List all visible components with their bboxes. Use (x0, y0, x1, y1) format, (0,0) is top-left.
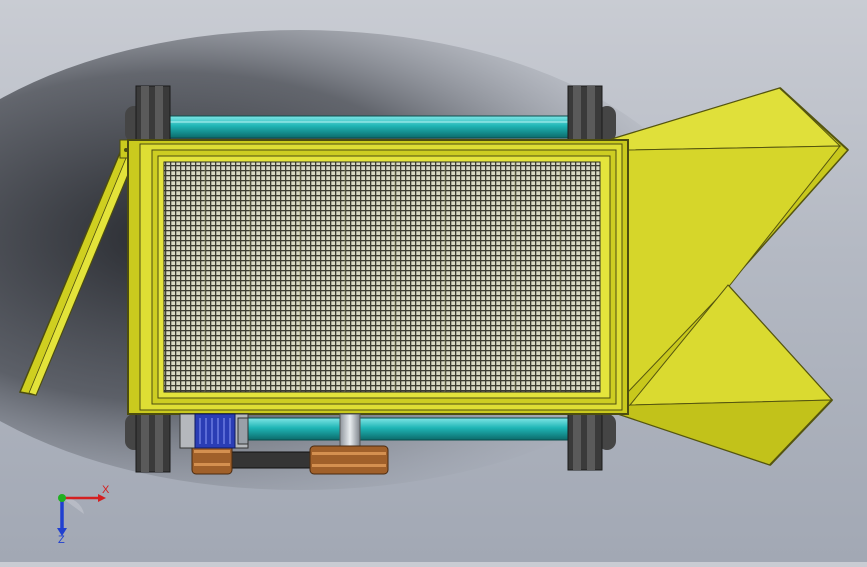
top-roller[interactable] (169, 115, 571, 139)
wheel-bottom-right[interactable] (567, 407, 616, 471)
y-axis-dot (58, 494, 66, 502)
sieve-screen-mesh[interactable] (163, 161, 601, 393)
z-axis-label: Z (58, 534, 65, 546)
shaft-pulley[interactable] (309, 445, 389, 475)
axis-triad: X Z (40, 478, 120, 548)
model-drawing (0, 30, 850, 490)
x-axis-label: X (102, 484, 110, 496)
feed-hopper[interactable] (610, 87, 850, 466)
wheel-top-right[interactable] (567, 85, 616, 149)
drive-motor[interactable] (179, 413, 249, 449)
cad-model-viewport[interactable]: X Z (0, 0, 867, 562)
